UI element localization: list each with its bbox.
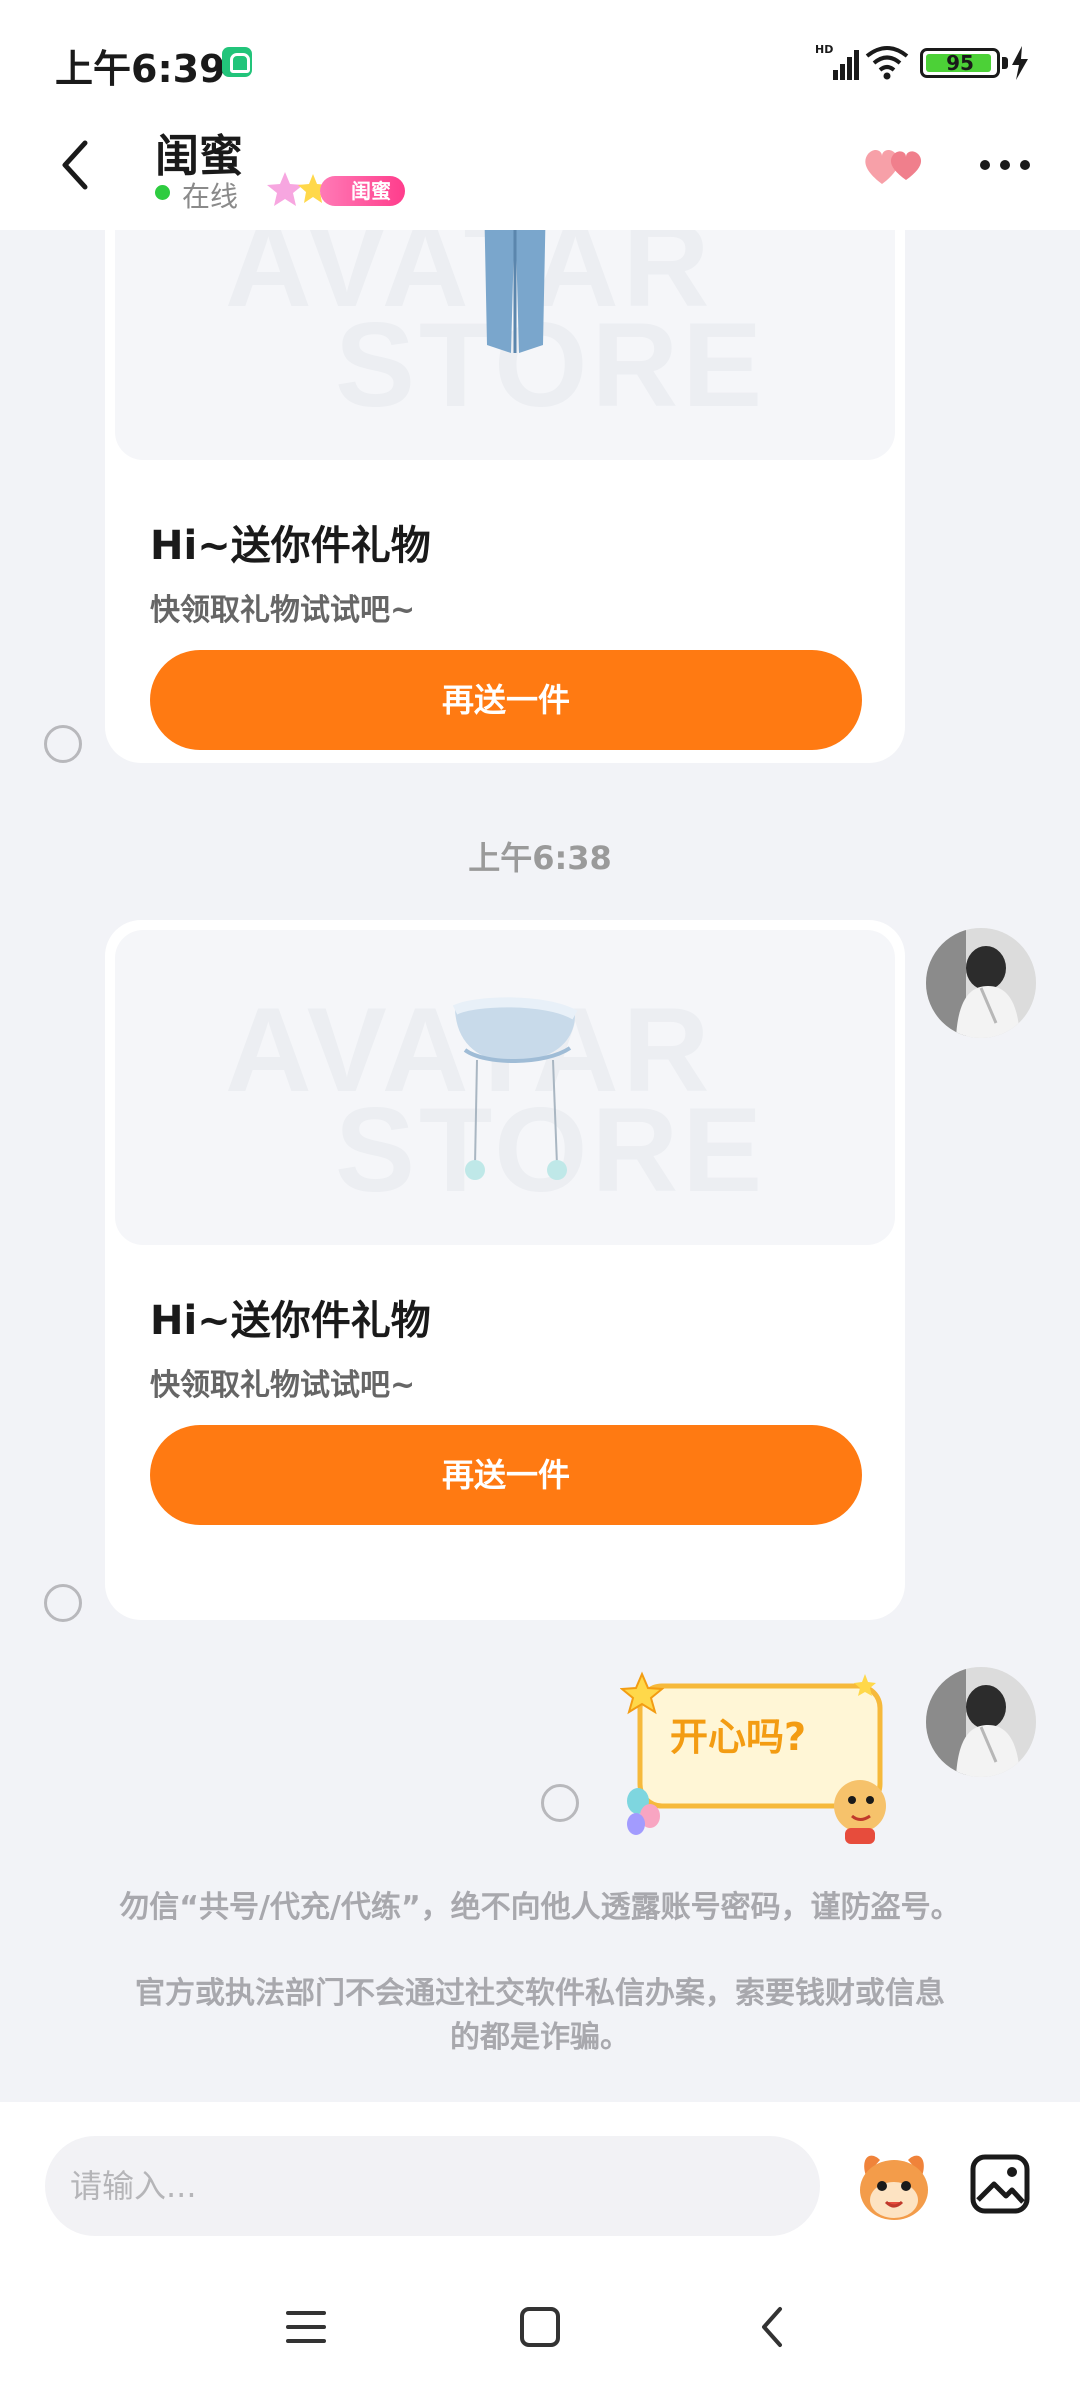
message-status-indicator [541, 1784, 579, 1822]
intimacy-hearts-icon[interactable] [860, 140, 930, 190]
gift-card[interactable]: AVATAR STORE Hi~送你件礼物 快领取礼物试试吧~ 再送一件 [105, 230, 905, 763]
avatar[interactable] [926, 928, 1036, 1038]
jeans-item-image [484, 230, 546, 353]
wifi-icon [865, 46, 909, 80]
gift-title: Hi~送你件礼物 [150, 1298, 431, 1344]
message-status-indicator [44, 1584, 82, 1622]
time-separator: 上午6:38 [468, 839, 612, 877]
signal-icon: HD [815, 43, 859, 80]
online-status: 在线 [182, 180, 239, 213]
fraud-notice: 官方或执法部门不会通过社交软件私信办案，索要钱财或信息 [135, 1976, 945, 2011]
gift-subtitle: 快领取礼物试试吧~ [150, 1368, 416, 1403]
home-nav-button[interactable] [510, 2297, 570, 2357]
sticker-text: 开心吗? [670, 1715, 807, 1759]
security-notice: 勿信“共号/代充/代练”，绝不向他人透露账号密码，谨防盗号。 [119, 1890, 961, 1925]
image-picker-button[interactable] [968, 2152, 1032, 2216]
send-another-gift-button[interactable]: 再送一件 [150, 650, 862, 750]
system-navigation-bar [0, 2252, 1080, 2400]
back-nav-button[interactable] [744, 2297, 804, 2357]
relationship-badge[interactable]: 闺蜜 [265, 168, 405, 210]
send-another-gift-button[interactable]: 再送一件 [150, 1425, 862, 1525]
status-indicators: HD 95 [770, 42, 1030, 82]
emoji-sticker-button[interactable] [852, 2146, 936, 2226]
online-indicator [155, 185, 170, 200]
message-input[interactable] [45, 2136, 820, 2236]
input-bar [0, 2102, 1080, 2252]
gift-card[interactable]: AVATAR STORE Hi~送你件礼物 快领取礼物试试吧~ 再送一件 [105, 920, 905, 1620]
avatar[interactable] [926, 1667, 1036, 1777]
gift-title: Hi~送你件礼物 [150, 523, 431, 569]
gift-image: AVATAR STORE [115, 230, 895, 460]
fraud-notice-continued: 的都是诈骗。 [450, 2020, 630, 2055]
back-button[interactable] [55, 135, 95, 195]
hat-item-image [452, 997, 578, 1180]
status-bar: 上午6:39 HD 95 [0, 0, 1080, 120]
chat-messages[interactable]: AVATAR STORE Hi~送你件礼物 快领取礼物试试吧~ 再送一件 上午6… [0, 230, 1080, 2102]
menu-nav-button[interactable] [276, 2297, 336, 2357]
gift-image: AVATAR STORE [115, 930, 895, 1245]
sticker-message[interactable]: 开心吗? [619, 1666, 905, 1851]
network-type-label: HD [815, 43, 833, 56]
relationship-badge-label: 闺蜜 [320, 176, 405, 206]
status-time: 上午6:39 [55, 47, 226, 91]
app-notification-icon [222, 47, 252, 77]
charging-icon [1012, 46, 1028, 80]
message-status-indicator [44, 725, 82, 763]
chat-header: 闺蜜 在线 闺蜜 [0, 120, 1080, 230]
gift-subtitle: 快领取礼物试试吧~ [150, 593, 416, 628]
more-options-button[interactable] [975, 150, 1035, 180]
battery-icon: 95 [920, 48, 1000, 78]
battery-level: 95 [946, 51, 974, 75]
